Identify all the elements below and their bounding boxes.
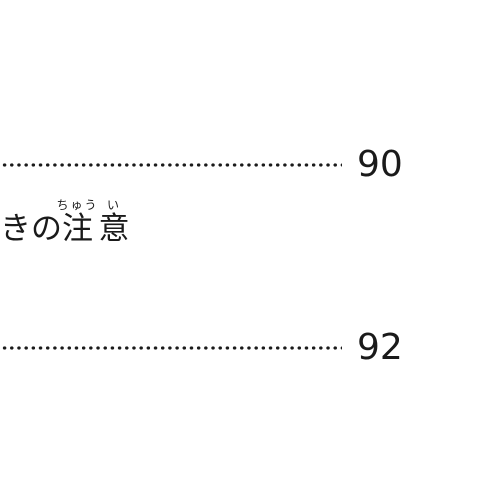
entry-title-text: きの: [0, 211, 62, 247]
furigana-i: い: [98, 198, 130, 212]
kanji-chu: 注: [56, 211, 99, 247]
toc-page: 90 きの注ちゅう意い 92: [0, 0, 500, 500]
furigana-chu: ちゅう: [56, 198, 99, 212]
toc-row: 92: [0, 328, 500, 368]
dot-leader: [0, 346, 342, 350]
toc-row: 90: [0, 145, 500, 185]
page-number: 92: [357, 327, 403, 368]
kanji-i: 意: [98, 211, 130, 247]
furigana-word: 注ちゅう意い: [57, 198, 130, 247]
page-number: 90: [357, 144, 403, 185]
toc-entry-title: きの注ちゅう意い: [0, 198, 130, 248]
dot-leader: [0, 163, 342, 167]
